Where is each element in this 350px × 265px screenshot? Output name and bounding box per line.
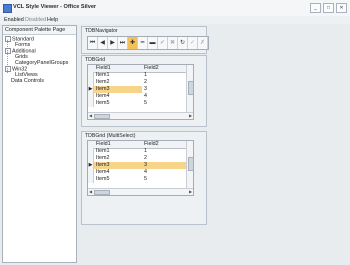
- horizontal-scrollbar[interactable]: ◀ ▶: [88, 188, 193, 195]
- first-record-icon[interactable]: ⏮: [88, 37, 98, 49]
- grid-caption: TDBGrid: [85, 57, 106, 63]
- app-window: VCL Style Viewer - Office Silver _ □ ✕ E…: [0, 0, 350, 265]
- vertical-scrollbar[interactable]: [186, 65, 193, 112]
- delete-icon[interactable]: ━: [138, 37, 148, 49]
- db-grid[interactable]: Field1 Field2 Item1 1 Item2 2 ▶ Item3 3: [87, 64, 194, 120]
- scroll-thumb[interactable]: [188, 81, 193, 95]
- navigator-caption: TDBNavigator: [85, 28, 118, 34]
- collapse-icon[interactable]: -: [5, 36, 11, 42]
- column-header-field1[interactable]: Field1: [94, 65, 142, 72]
- menu-disabled[interactable]: Disabled: [25, 17, 46, 23]
- prior-record-icon[interactable]: ◀: [98, 37, 108, 49]
- db-grid-multiselect[interactable]: Field1 Field2 Item1 1 Item2 2 ▶ Item3 3: [87, 140, 194, 196]
- scroll-left-icon[interactable]: ◀: [88, 113, 93, 119]
- multiselect-grid-group: TDBGrid (MultiSelect) Field1 Field2 Item…: [81, 131, 207, 225]
- collapse-icon[interactable]: -: [5, 66, 11, 72]
- window-controls: _ □ ✕: [310, 3, 347, 13]
- grid-caption: TDBGrid (MultiSelect): [85, 133, 136, 139]
- cancel-icon[interactable]: ✖: [168, 37, 178, 49]
- app-icon: [3, 4, 12, 13]
- menu-bar: Enabled Disabled Help: [0, 16, 350, 24]
- db-navigator: ⏮ ◀ ▶ ⏭ ✚ ━ ▬ ✔ ✖ ↻ ✓ ✗: [87, 36, 209, 50]
- scroll-thumb[interactable]: [188, 157, 193, 171]
- scroll-left-icon[interactable]: ◀: [88, 189, 93, 195]
- title-bar[interactable]: VCL Style Viewer - Office Silver _ □ ✕: [0, 0, 350, 17]
- maximize-icon[interactable]: □: [323, 3, 334, 13]
- cancel-updates-icon[interactable]: ✗: [198, 37, 208, 49]
- next-record-icon[interactable]: ▶: [108, 37, 118, 49]
- refresh-icon[interactable]: ↻: [178, 37, 188, 49]
- tree-node-data-controls[interactable]: Data Controls: [11, 78, 44, 84]
- horizontal-scrollbar[interactable]: ◀ ▶: [88, 112, 193, 119]
- post-icon[interactable]: ✔: [158, 37, 168, 49]
- scroll-thumb[interactable]: [94, 114, 110, 119]
- component-palette-panel: Component Palette Page - Standard Forms -…: [2, 25, 77, 263]
- navigator-group: TDBNavigator ⏮ ◀ ▶ ⏭ ✚ ━ ▬ ✔ ✖ ↻ ✓ ✗: [81, 26, 209, 54]
- last-record-icon[interactable]: ⏭: [118, 37, 128, 49]
- minimize-icon[interactable]: _: [310, 3, 321, 13]
- edit-icon[interactable]: ▬: [148, 37, 158, 49]
- scroll-thumb[interactable]: [94, 190, 110, 195]
- column-header-field1[interactable]: Field1: [94, 141, 142, 148]
- close-icon[interactable]: ✕: [336, 3, 347, 13]
- grid-group: TDBGrid Field1 Field2 Item1 1 Item2 2 ▶ …: [81, 55, 207, 127]
- scroll-right-icon[interactable]: ▶: [188, 113, 193, 119]
- menu-enabled[interactable]: Enabled: [4, 17, 24, 23]
- insert-icon[interactable]: ✚: [128, 37, 138, 49]
- window-title: VCL Style Viewer - Office Silver: [13, 4, 97, 10]
- vertical-scrollbar[interactable]: [186, 141, 193, 188]
- column-header-field2[interactable]: Field2: [142, 141, 186, 148]
- scroll-right-icon[interactable]: ▶: [188, 189, 193, 195]
- controls-area: TDBNavigator ⏮ ◀ ▶ ⏭ ✚ ━ ▬ ✔ ✖ ↻ ✓ ✗ TDB…: [77, 25, 348, 261]
- apply-updates-icon[interactable]: ✓: [188, 37, 198, 49]
- panel-caption: Component Palette Page: [3, 26, 76, 35]
- column-header-field2[interactable]: Field2: [142, 65, 186, 72]
- collapse-icon[interactable]: -: [5, 48, 11, 54]
- menu-help[interactable]: Help: [47, 17, 58, 23]
